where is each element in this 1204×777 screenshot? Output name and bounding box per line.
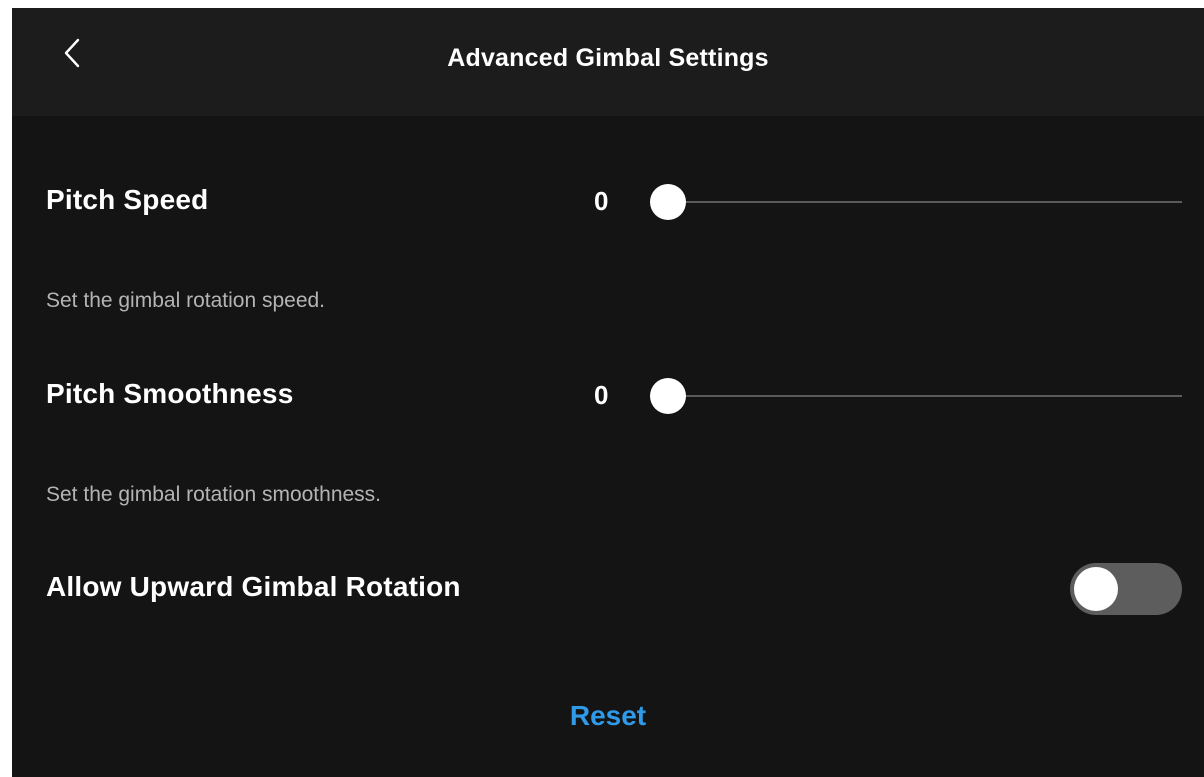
upward-rotation-toggle[interactable] <box>1070 563 1182 615</box>
reset-button[interactable]: Reset <box>12 700 1204 732</box>
slider-thumb[interactable] <box>650 184 686 220</box>
pitch-speed-value: 0 <box>594 186 609 216</box>
pitch-smoothness-value: 0 <box>594 380 609 410</box>
settings-screen: Advanced Gimbal Settings Pitch Speed 0 S… <box>12 8 1204 777</box>
slider-track <box>650 201 1182 203</box>
pitch-smoothness-label: Pitch Smoothness <box>46 378 294 409</box>
pitch-speed-slider[interactable] <box>638 182 1182 222</box>
pitch-speed-label: Pitch Speed <box>46 184 209 215</box>
page-title: Advanced Gimbal Settings <box>447 44 769 72</box>
upward-rotation-label: Allow Upward Gimbal Rotation <box>46 571 461 602</box>
slider-thumb[interactable] <box>650 378 686 414</box>
slider-track <box>650 395 1182 397</box>
pitch-smoothness-description: Set the gimbal rotation smoothness. <box>46 483 382 506</box>
pitch-smoothness-slider[interactable] <box>638 376 1182 416</box>
toggle-knob <box>1074 567 1118 611</box>
header-bar: Advanced Gimbal Settings <box>12 8 1204 116</box>
pitch-speed-description: Set the gimbal rotation speed. <box>46 289 326 312</box>
